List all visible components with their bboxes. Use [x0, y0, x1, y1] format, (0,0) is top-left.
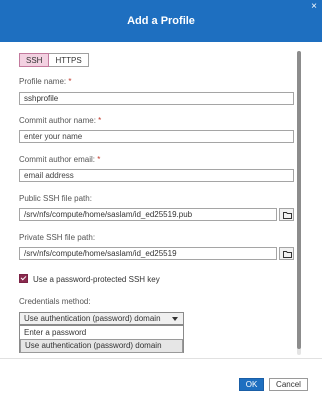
profile-name-label: Profile name: * — [19, 77, 72, 86]
dialog-content: SSH HTTPS Profile name: * sshprofile Com… — [0, 42, 322, 358]
close-icon[interactable]: × — [311, 2, 317, 12]
cancel-button[interactable]: Cancel — [269, 378, 308, 391]
option-enter-password[interactable]: Enter a password — [20, 326, 183, 339]
tab-https[interactable]: HTTPS — [49, 53, 89, 67]
folder-icon — [283, 251, 292, 258]
private-ssh-label: Private SSH file path: — [19, 233, 96, 242]
dialog-title: Add a Profile — [127, 15, 195, 27]
private-ssh-input[interactable]: /srv/nfs/compute/home/saslam/id_ed25519 — [19, 247, 277, 260]
folder-icon — [283, 212, 292, 219]
public-ssh-input[interactable]: /srv/nfs/compute/home/saslam/id_ed25519.… — [19, 208, 277, 221]
password-protected-label: Use a password-protected SSH key — [33, 275, 160, 284]
tab-ssh[interactable]: SSH — [19, 53, 50, 67]
ok-button[interactable]: OK — [239, 378, 264, 391]
credentials-method-select[interactable]: Use authentication (password) domain — [19, 312, 184, 325]
commit-author-name-input[interactable]: enter your name — [19, 130, 294, 143]
credentials-selected-value: Use authentication (password) domain — [24, 314, 161, 323]
password-protected-checkbox[interactable] — [19, 274, 28, 283]
protocol-tabs: SSH HTTPS — [19, 53, 89, 67]
credentials-method-label: Credentials method: — [19, 297, 91, 306]
private-ssh-browse-button[interactable] — [279, 247, 294, 260]
dialog-footer: OK Cancel — [0, 358, 322, 401]
public-ssh-label: Public SSH file path: — [19, 194, 92, 203]
commit-author-name-label: Commit author name: * — [19, 116, 102, 125]
public-ssh-browse-button[interactable] — [279, 208, 294, 221]
credentials-dropdown: Enter a password Use authentication (pas… — [19, 325, 184, 353]
commit-author-email-input[interactable]: email address — [19, 169, 294, 182]
commit-author-email-label: Commit author email: * — [19, 155, 101, 164]
option-use-authentication-domain[interactable]: Use authentication (password) domain — [20, 339, 183, 353]
profile-name-input[interactable]: sshprofile — [19, 92, 294, 105]
scrollbar-thumb[interactable] — [297, 51, 301, 349]
chevron-down-icon — [172, 317, 178, 321]
dialog-titlebar: Add a Profile × — [0, 0, 322, 42]
